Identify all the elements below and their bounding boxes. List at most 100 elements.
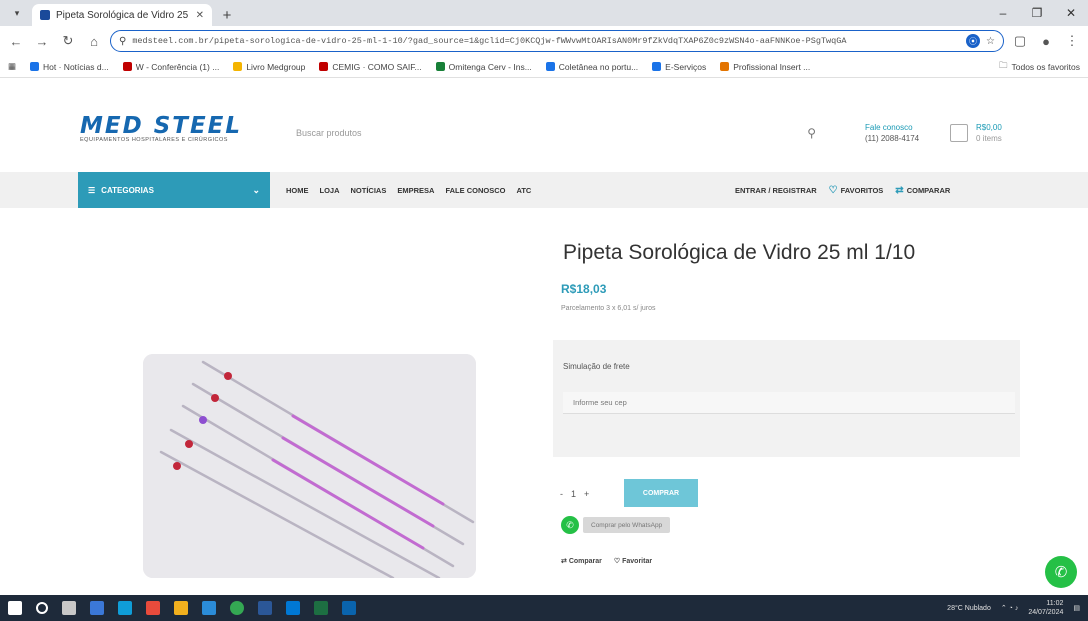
favorite-product-link[interactable]: ♡ Favoritar	[614, 557, 652, 565]
browser-tab-active[interactable]: Pipeta Sorológica de Vidro 25 ml ✕	[32, 4, 212, 26]
site-logo[interactable]: MED STEEL EQUIPAMENTOS HOSPITALARES E CI…	[80, 113, 242, 143]
minimize-icon[interactable]: –	[986, 0, 1020, 26]
compare-arrows-icon: ⇄	[895, 184, 904, 196]
site-favicon-icon	[40, 10, 50, 20]
tray-icons[interactable]: ⌃ ◔ ♪	[1001, 604, 1018, 612]
product-image[interactable]	[143, 354, 476, 578]
menu-item-empresa[interactable]: EMPRESA	[397, 186, 434, 195]
bookmark-item[interactable]: E-Serviços	[652, 62, 706, 72]
compare-product-link[interactable]: ⇄ Comparar	[561, 557, 602, 565]
bookmark-favicon-icon	[319, 62, 329, 71]
favorites-link[interactable]: ♡ FAVORITOS	[829, 185, 884, 196]
app-icon[interactable]	[90, 601, 104, 615]
categories-button[interactable]: ☰ CATEGORIAS ⌄	[78, 172, 270, 208]
word-icon[interactable]	[258, 601, 272, 615]
extensions-icon[interactable]: ▢	[1010, 31, 1030, 51]
maximize-icon[interactable]: ❐	[1020, 0, 1054, 26]
bookmarks-bar: ▦ Hot · Notícias d... W - Conferência (1…	[0, 56, 1088, 78]
menu-item-fale-conosco[interactable]: FALE CONOSCO	[445, 186, 505, 195]
qty-value[interactable]: 1	[571, 489, 576, 499]
browser-toolbar: ← → ↻ ⌂ ⚲ medsteel.com.br/pipeta-sorolog…	[0, 26, 1088, 56]
extension-badge-icon[interactable]: ⦿	[966, 34, 981, 48]
menu-item-noticias[interactable]: NOTÍCIAS	[351, 186, 387, 195]
quantity-stepper: - 1 +	[560, 482, 589, 506]
os-taskbar: 28°C Nublado ⌃ ◔ ♪ 11:02 24/07/2024 ▤	[0, 595, 1088, 621]
menu-item-loja[interactable]: LOJA	[320, 186, 340, 195]
app-icon[interactable]	[146, 601, 160, 615]
app-icon[interactable]	[202, 601, 216, 615]
floating-whatsapp-button[interactable]: ✆	[1045, 556, 1077, 588]
bookmark-item[interactable]: Omitenga Cerv - Ins...	[435, 62, 532, 72]
bookmark-favicon-icon	[652, 62, 662, 71]
bookmark-item[interactable]: Coletânea no portu...	[545, 62, 638, 72]
all-bookmarks-folder[interactable]: 🗀 Todos os favoritos	[999, 60, 1080, 74]
qty-minus-button[interactable]: -	[560, 489, 563, 499]
back-arrow-icon[interactable]: ←	[6, 31, 26, 51]
whatsapp-buy-label: Comprar pelo WhatsApp	[583, 517, 671, 533]
product-actions: ⇄ Comparar ♡ Favoritar	[561, 557, 652, 565]
bookmark-item[interactable]: W - Conferência (1) ...	[122, 62, 219, 72]
bookmark-favicon-icon	[435, 62, 445, 71]
bookmark-item[interactable]: CEMIG · COMO SAIF...	[319, 62, 422, 72]
cart-total: R$0,00	[976, 123, 1002, 132]
tab-search-icon[interactable]: ▾	[6, 2, 28, 24]
menu-item-home[interactable]: HOME	[286, 186, 309, 195]
outlook-icon[interactable]	[342, 601, 356, 615]
bookmark-item[interactable]: Hot · Notícias d...	[30, 62, 109, 72]
bookmark-favicon-icon	[233, 62, 243, 71]
whatsapp-buy-button[interactable]: ✆ Comprar pelo WhatsApp	[561, 516, 671, 534]
close-window-icon[interactable]: ✕	[1054, 0, 1088, 26]
nav-account-links: ENTRAR / REGISTRAR ♡ FAVORITOS ⇄ COMPARAR	[735, 172, 950, 208]
compare-link[interactable]: ⇄ COMPARAR	[895, 185, 950, 196]
shipping-simulation-box: Simulação de frete Informe seu cep	[553, 340, 1020, 457]
clock-time: 11:02	[1046, 600, 1064, 607]
app-icon[interactable]	[286, 601, 300, 615]
buy-button[interactable]: COMPRAR	[624, 479, 698, 507]
tab-close-icon[interactable]: ✕	[196, 10, 204, 21]
folder-icon[interactable]	[174, 601, 188, 615]
menu-kebab-icon[interactable]: ⋮	[1062, 31, 1082, 51]
compare-arrows-icon: ⇄	[561, 558, 569, 565]
hamburger-icon: ☰	[88, 185, 96, 195]
notifications-icon[interactable]: ▤	[1073, 604, 1080, 612]
chrome-icon[interactable]	[230, 601, 244, 615]
login-register-link[interactable]: ENTRAR / REGISTRAR	[735, 186, 817, 195]
task-view-icon[interactable]	[62, 601, 76, 615]
cep-input[interactable]: Informe seu cep	[563, 392, 1015, 414]
pipettes-illustration	[143, 354, 476, 578]
profile-icon[interactable]: ●	[1036, 31, 1056, 51]
home-icon[interactable]: ⌂	[84, 31, 104, 51]
search-icon[interactable]: ⚲	[807, 126, 816, 140]
app-icon[interactable]	[118, 601, 132, 615]
installments-text: Parcelamento 3 x 6,01 s/ juros	[561, 305, 656, 312]
bookmark-item[interactable]: Profissional Insert ...	[720, 62, 810, 72]
windows-start-icon[interactable]	[8, 601, 22, 615]
shipping-simulation-label: Simulação de frete	[563, 362, 630, 371]
menu-item-atc[interactable]: ATC	[516, 186, 531, 195]
new-tab-button[interactable]: +	[216, 4, 238, 26]
weather-widget[interactable]: 28°C Nublado	[947, 605, 991, 612]
cart-icon[interactable]	[950, 124, 968, 142]
whatsapp-icon: ✆	[1054, 564, 1068, 581]
clock[interactable]: 11:02 24/07/2024	[1028, 599, 1063, 617]
site-info-icon[interactable]: ⚲	[119, 36, 126, 47]
categories-label: CATEGORIAS	[101, 185, 154, 195]
forward-arrow-icon[interactable]: →	[32, 31, 52, 51]
address-bar[interactable]: ⚲ medsteel.com.br/pipeta-sorologica-de-v…	[110, 30, 1004, 52]
bookmark-star-icon[interactable]: ☆	[986, 36, 995, 47]
bookmark-item[interactable]: Livro Medgroup	[233, 62, 305, 72]
window-controls: – ❐ ✕	[986, 0, 1088, 26]
logo-tagline: EQUIPAMENTOS HOSPITALARES E CIRÚRGICOS	[80, 137, 228, 143]
search-icon[interactable]	[36, 602, 48, 614]
search-input[interactable]: Buscar produtos ⚲	[286, 120, 826, 146]
url-text: medsteel.com.br/pipeta-sorologica-de-vid…	[132, 36, 847, 46]
cart-items-count: 0 items	[976, 134, 1002, 143]
apps-grid-icon[interactable]: ▦	[8, 61, 16, 72]
heart-icon: ♡	[613, 558, 623, 565]
qty-plus-button[interactable]: +	[584, 489, 589, 499]
cart-widget[interactable]: R$0,00 0 items	[950, 122, 1002, 144]
contact-block[interactable]: Fale conosco (11) 2088-4174	[865, 122, 919, 144]
reload-icon[interactable]: ↻	[58, 31, 78, 51]
excel-icon[interactable]	[314, 601, 328, 615]
contact-phone: (11) 2088-4174	[865, 134, 920, 143]
